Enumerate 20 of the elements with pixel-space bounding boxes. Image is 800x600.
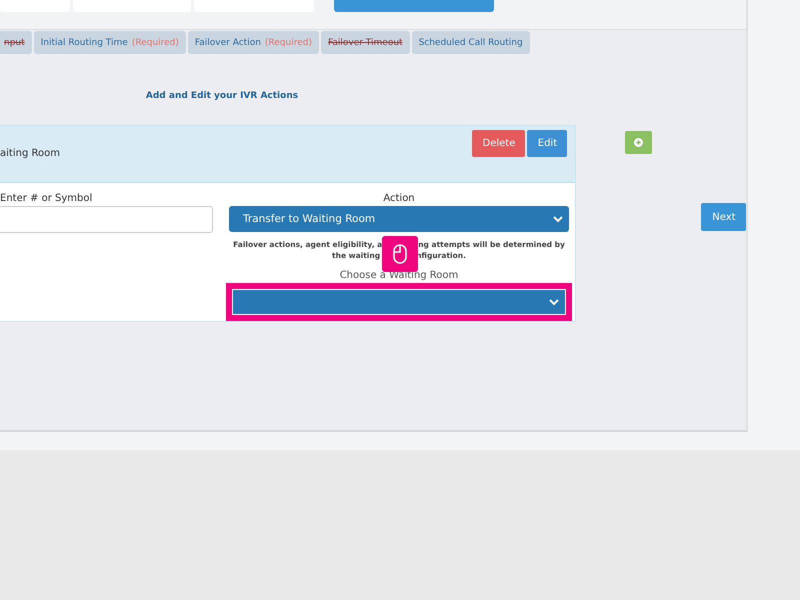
tab[interactable]: Initial Routing Time (Required): [34, 31, 186, 54]
tab[interactable]: nput: [0, 31, 32, 54]
field-label: Enter # or Symbol: [0, 193, 94, 204]
chevron-down-icon: [549, 298, 559, 306]
add-button[interactable]: [625, 131, 652, 154]
choose-select[interactable]: [334, 0, 494, 12]
delete-button[interactable]: Delete: [472, 130, 526, 157]
tab[interactable]: Failover Action (Required): [188, 31, 319, 54]
tab[interactable]: Failover Timeout: [321, 31, 410, 54]
field-label: Action: [382, 193, 416, 204]
card-title: aiting Room: [0, 148, 60, 159]
key-input-field[interactable]: [0, 206, 213, 233]
tab[interactable]: Scheduled Call Routing: [412, 31, 530, 54]
edit-button[interactable]: Edit: [527, 130, 568, 157]
mouse-icon: [382, 236, 418, 272]
plus-circle-icon: [634, 138, 644, 147]
next-button[interactable]: Next: [701, 203, 746, 231]
chevron-down-icon: [553, 216, 563, 222]
action-select[interactable]: Transfer to Waiting Room: [229, 206, 569, 232]
section-heading: Add and Edit your IVR Actions: [144, 91, 300, 101]
